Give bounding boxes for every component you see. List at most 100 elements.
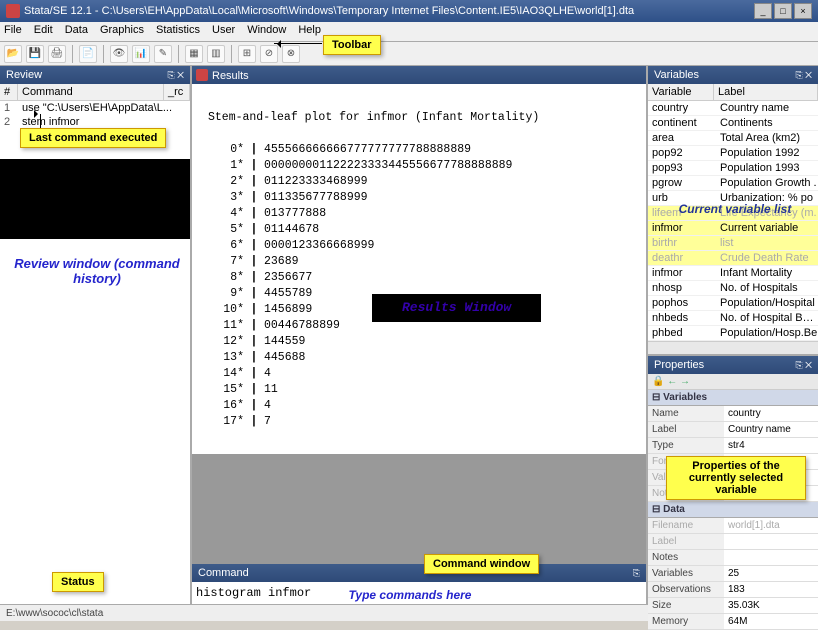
property-row[interactable]: Filenameworld[1].dta [648, 518, 818, 534]
pane-controls[interactable]: ⎘ ✕ [795, 360, 812, 371]
pane-controls[interactable]: ⎘ [633, 568, 640, 579]
stem-leaf-row: 14*|4 [208, 366, 630, 382]
pane-controls[interactable]: ⎘ ✕ [795, 70, 812, 81]
prop-section-variables[interactable]: ⊟ Variables [648, 390, 818, 406]
annotation-last-command: Last command executed [20, 128, 166, 148]
minimize-button[interactable]: _ [754, 3, 772, 19]
menu-statistics[interactable]: Statistics [156, 24, 200, 39]
properties-toolbar[interactable]: 🔒 ← → [648, 374, 818, 390]
review-col-rc[interactable]: _rc [164, 84, 190, 100]
property-row[interactable]: Namecountry [648, 406, 818, 422]
variable-row[interactable]: nhospNo. of Hospitals [648, 281, 818, 296]
stem-leaf-row: 6*|0000123366668999 [208, 238, 630, 254]
title-bar: Stata/SE 12.1 - C:\Users\EH\AppData\Loca… [0, 0, 818, 22]
variable-row[interactable]: pophosPopulation/Hospital [648, 296, 818, 311]
variable-row[interactable]: areaTotal Area (km2) [648, 131, 818, 146]
review-empty-area [0, 159, 190, 239]
results-pane[interactable]: Stem-and-leaf plot for infmor (Infant Mo… [192, 84, 646, 454]
annotation-properties: Properties of the currently selected var… [666, 456, 806, 500]
more-icon[interactable]: ⊗ [282, 45, 300, 63]
menu-graphics[interactable]: Graphics [100, 24, 144, 39]
review-col-num[interactable]: # [0, 84, 18, 100]
data-browser-icon[interactable]: ▥ [207, 45, 225, 63]
property-row[interactable]: Label [648, 534, 818, 550]
property-row[interactable]: Memory64M [648, 614, 818, 630]
results-grey-area [192, 454, 646, 564]
property-row[interactable]: Typestr4 [648, 438, 818, 454]
data-editor-icon[interactable]: ▦ [185, 45, 203, 63]
menu-edit[interactable]: Edit [34, 24, 53, 39]
stem-leaf-row: 7*|23689 [208, 254, 630, 270]
menu-help[interactable]: Help [298, 24, 321, 39]
stem-leaf-row: 17*|7 [208, 414, 630, 430]
variable-row[interactable]: birthrlist [648, 236, 818, 251]
log-icon[interactable]: 📄 [79, 45, 97, 63]
variable-row[interactable]: pop93Population 1993 [648, 161, 818, 176]
variable-row[interactable]: countryCountry name [648, 101, 818, 116]
pane-controls[interactable]: ⎘ ✕ [167, 70, 184, 81]
open-icon[interactable]: 📂 [4, 45, 22, 63]
var-col-variable[interactable]: Variable [648, 84, 714, 100]
viewer-icon[interactable]: 👁 [110, 45, 128, 63]
annotation-review-window: Review window (command history) [12, 256, 182, 286]
stem-leaf-row: 3*|011335677788999 [208, 190, 630, 206]
annotation-toolbar: Toolbar [323, 35, 381, 55]
variables-header: Variables ⎘ ✕ [648, 66, 818, 84]
stem-leaf-row: 0*|455566666666777777777788888889 [208, 142, 630, 158]
results-icon [196, 69, 208, 81]
properties-pane: ⊟ Variables NamecountryLabelCountry name… [648, 390, 818, 630]
review-col-cmd[interactable]: Command [18, 84, 164, 100]
stem-leaf-row: 4*|013777888 [208, 206, 630, 222]
command-header: Command ⎘ [192, 564, 646, 582]
menu-bar: File Edit Data Graphics Statistics User … [0, 22, 818, 42]
variable-row[interactable]: pgrowPopulation Growth . [648, 176, 818, 191]
do-editor-icon[interactable]: ✎ [154, 45, 172, 63]
variable-row[interactable]: phbedPopulation/Hosp.Be [648, 326, 818, 341]
property-row[interactable]: Variables25 [648, 566, 818, 582]
results-window-label: Results Window [372, 294, 541, 322]
stem-leaf-row: 2*|011223333468999 [208, 174, 630, 190]
results-plot-title: Stem-and-leaf plot for infmor (Infant Mo… [208, 111, 539, 124]
annotation-type-here: Type commands here [300, 588, 520, 602]
stem-leaf-row: 15*|11 [208, 382, 630, 398]
variable-row[interactable]: pop92Population 1992 [648, 146, 818, 161]
stem-leaf-row: 8*|2356677 [208, 270, 630, 286]
menu-file[interactable]: File [4, 24, 22, 39]
var-manager-icon[interactable]: ⊞ [238, 45, 256, 63]
variable-row[interactable]: infmorCurrent variable [648, 221, 818, 236]
results-header: Results [192, 66, 646, 84]
annotation-variable-list: Current variable list [665, 202, 805, 216]
menu-window[interactable]: Window [247, 24, 286, 39]
window-title: Stata/SE 12.1 - C:\Users\EH\AppData\Loca… [24, 5, 754, 17]
toolbar: 📂 💾 🖨 📄 👁 📊 ✎ ▦ ▥ ⊞ ⊘ ⊗ [0, 42, 818, 66]
scrollbar[interactable] [648, 341, 818, 354]
menu-user[interactable]: User [212, 24, 235, 39]
variable-row[interactable]: infmorInfant Mortality [648, 266, 818, 281]
stem-leaf-row: 1*|000000001122223333445556677788888889 [208, 158, 630, 174]
review-pane: # Command _rc 1 use "C:\Users\EH\AppData… [0, 84, 190, 604]
var-col-label[interactable]: Label [714, 84, 818, 100]
prop-section-data[interactable]: ⊟ Data [648, 502, 818, 518]
variable-row[interactable]: continentContinents [648, 116, 818, 131]
save-icon[interactable]: 💾 [26, 45, 44, 63]
variable-row[interactable]: nhbedsNo. of Hospital Beds [648, 311, 818, 326]
review-row[interactable]: 2 stem infmor [0, 115, 190, 129]
close-button[interactable]: × [794, 3, 812, 19]
property-row[interactable]: Observations183 [648, 582, 818, 598]
annotation-command-window: Command window [424, 554, 539, 574]
stem-leaf-row: 13*|445688 [208, 350, 630, 366]
annotation-status: Status [52, 572, 104, 592]
property-row[interactable]: LabelCountry name [648, 422, 818, 438]
review-row[interactable]: 1 use "C:\Users\EH\AppData\L... [0, 101, 190, 115]
menu-data[interactable]: Data [65, 24, 88, 39]
graph-icon[interactable]: 📊 [132, 45, 150, 63]
print-icon[interactable]: 🖨 [48, 45, 66, 63]
maximize-button[interactable]: □ [774, 3, 792, 19]
properties-header: Properties ⎘ ✕ [648, 356, 818, 374]
stem-leaf-row: 5*|01144678 [208, 222, 630, 238]
variable-row[interactable]: deathrCrude Death Rate [648, 251, 818, 266]
status-path: E:\www\sococ\cl\stata [6, 608, 103, 619]
property-row[interactable]: Notes [648, 550, 818, 566]
review-header: Review ⎘ ✕ [0, 66, 190, 84]
property-row[interactable]: Size35.03K [648, 598, 818, 614]
